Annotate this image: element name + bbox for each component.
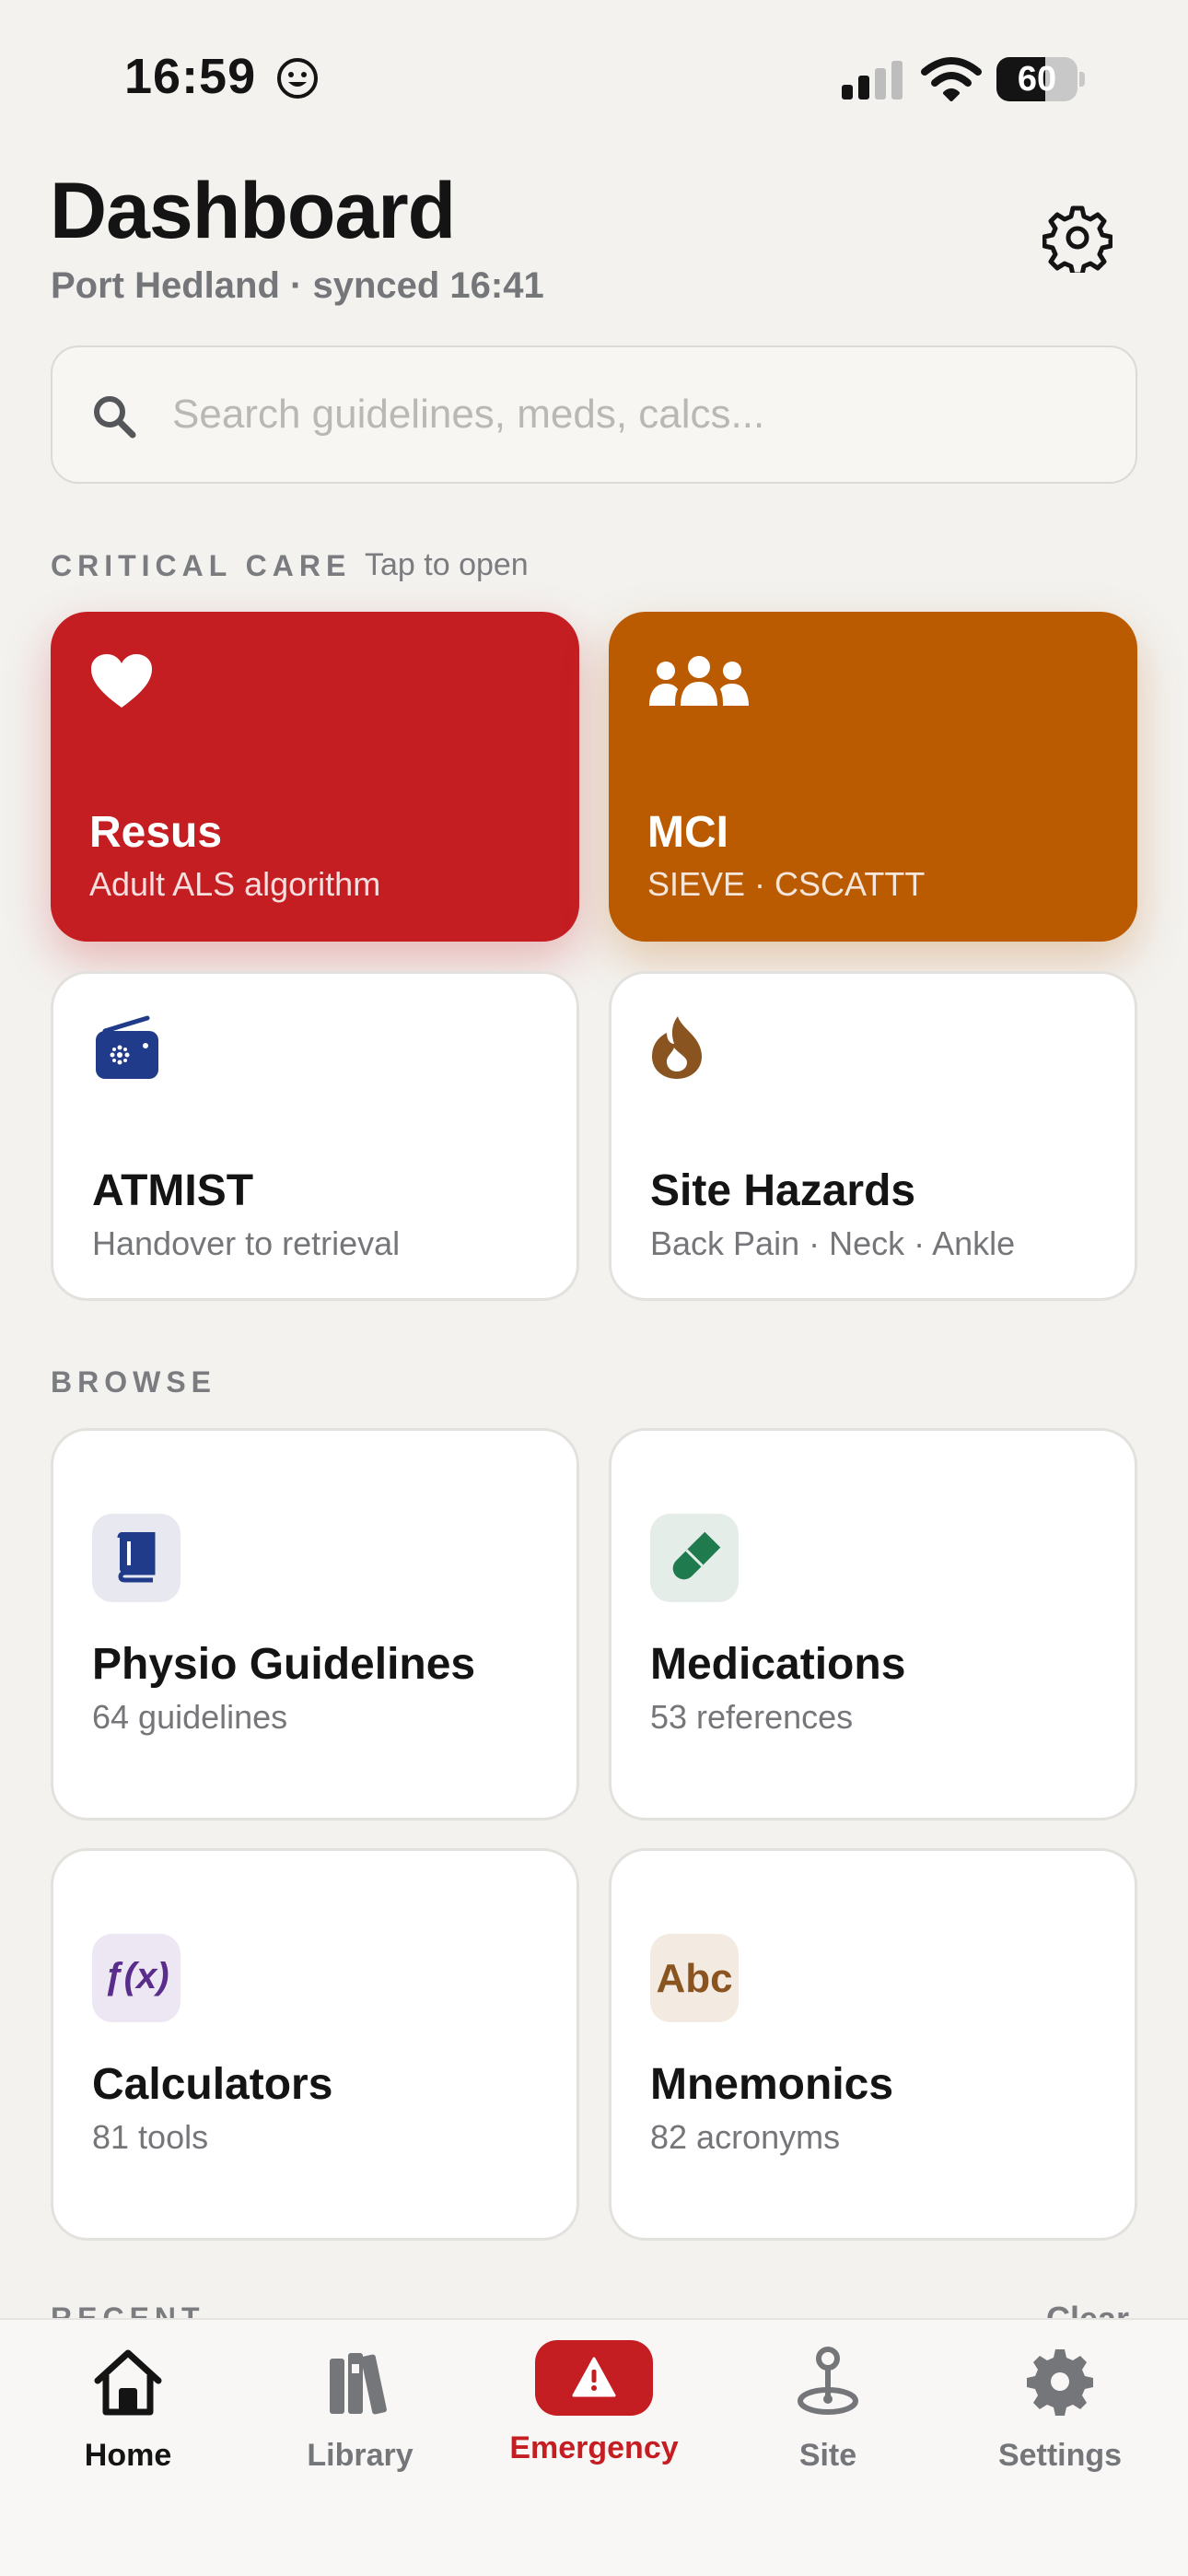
flame-icon	[652, 1016, 702, 1079]
smiley-icon	[277, 58, 318, 99]
card-desc: Back Pain · Neck · Ankle	[650, 1224, 1016, 1262]
card-mci[interactable]: MCI SIEVE · CSCATTT	[609, 612, 1137, 942]
tab-label: Emergency	[509, 2430, 679, 2465]
sync-status: Port Hedland · synced 16:41	[51, 265, 544, 306]
gear-icon	[1027, 2349, 1093, 2416]
card-physio-guidelines[interactable]: Physio Guidelines 64 guidelines	[51, 1428, 579, 1821]
card-desc: 64 guidelines	[92, 1698, 288, 1736]
card-medications[interactable]: Medications 53 references	[609, 1428, 1137, 1821]
signal-icon	[842, 61, 903, 100]
card-title: ATMIST	[92, 1166, 254, 1215]
tab-settings[interactable]: Settings	[941, 2320, 1179, 2504]
section-hint: Tap to open	[365, 547, 529, 582]
battery-percent: 60	[1017, 60, 1057, 99]
section-label-browse: BROWSE	[51, 1365, 216, 1399]
card-title: Resus	[89, 808, 223, 857]
book-icon	[92, 1514, 181, 1602]
heart-icon	[91, 654, 152, 708]
tab-site[interactable]: Site	[709, 2320, 947, 2504]
wifi-icon	[921, 57, 982, 101]
card-title: Physio Guidelines	[92, 1640, 476, 1689]
radio-icon	[96, 1015, 158, 1079]
card-mnemonics[interactable]: Abc Mnemonics 82 acronyms	[609, 1848, 1137, 2241]
card-atmist[interactable]: ATMIST Handover to retrieval	[51, 971, 579, 1301]
card-desc: Adult ALS algorithm	[89, 865, 381, 903]
tab-home[interactable]: Home	[9, 2320, 247, 2504]
page-title: Dashboard	[50, 167, 456, 255]
card-desc: 82 acronyms	[650, 2118, 841, 2156]
tab-label: Settings	[997, 2438, 1123, 2473]
tab-emergency[interactable]: Emergency	[475, 2320, 713, 2504]
warning-icon	[572, 2357, 616, 2397]
people-icon	[649, 656, 749, 706]
card-desc: 81 tools	[92, 2118, 209, 2156]
card-calculators[interactable]: ƒ(x) Calculators 81 tools	[51, 1848, 579, 2241]
card-desc: SIEVE · CSCATTT	[647, 865, 926, 903]
function-icon: ƒ(x)	[92, 1934, 181, 2022]
tab-bar: Home Library Emergency Site Settings	[0, 2318, 1188, 2576]
search-placeholder: Search guidelines, meds, calcs...	[172, 392, 765, 437]
tab-library[interactable]: Library	[241, 2320, 479, 2504]
home-icon	[94, 2349, 162, 2416]
tab-label: Library	[307, 2438, 413, 2473]
joystick-icon	[798, 2347, 858, 2415]
settings-gear-button[interactable]	[1042, 203, 1112, 273]
card-title: Site Hazards	[650, 1166, 916, 1215]
card-title: Calculators	[92, 2060, 333, 2109]
tab-label: Site	[798, 2438, 857, 2473]
function-glyph: ƒ(x)	[103, 1956, 169, 1996]
abc-glyph: Abc	[656, 1956, 733, 2001]
battery-icon: 60	[996, 57, 1085, 101]
card-site-hazards[interactable]: Site Hazards Back Pain · Neck · Ankle	[609, 971, 1137, 1301]
section-label-critical-care: CRITICAL CARE	[51, 549, 352, 582]
card-title: MCI	[647, 808, 728, 857]
tab-label: Home	[84, 2438, 172, 2473]
pill-icon	[650, 1514, 739, 1602]
card-resus[interactable]: Resus Adult ALS algorithm	[51, 612, 579, 942]
search-input[interactable]: Search guidelines, meds, calcs...	[51, 345, 1137, 484]
card-desc: 53 references	[650, 1698, 854, 1736]
emergency-pill	[535, 2340, 653, 2416]
status-time: 16:59	[124, 49, 257, 104]
search-icon	[94, 396, 136, 439]
library-icon	[330, 2353, 387, 2415]
card-title: Mnemonics	[650, 2060, 894, 2109]
card-title: Medications	[650, 1640, 906, 1689]
card-desc: Handover to retrieval	[92, 1224, 401, 1262]
abc-icon: Abc	[650, 1934, 739, 2022]
status-bar: 16:59 60	[0, 0, 1188, 157]
